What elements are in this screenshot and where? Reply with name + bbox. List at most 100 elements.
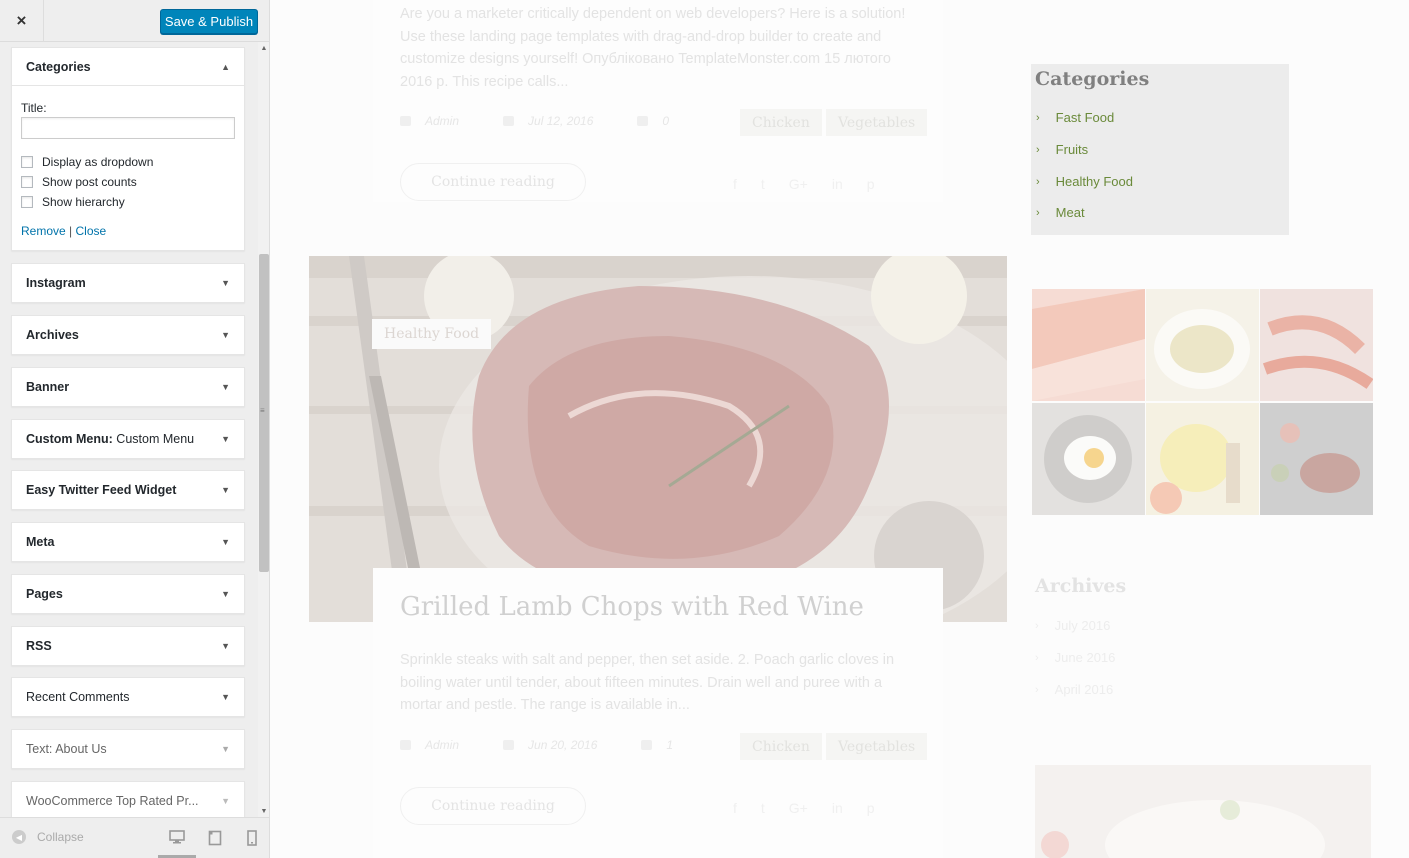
widget-woocommerce-top-rated[interactable]: WooCommerce Top Rated Pr... ▼ [11, 781, 245, 817]
checkbox-box[interactable] [21, 196, 33, 208]
title-input[interactable] [21, 117, 235, 139]
expand-arrow-icon[interactable]: ▼ [221, 330, 230, 340]
post-title[interactable]: Grilled Lamb Chops with Red Wine [400, 592, 864, 622]
comment-icon [637, 116, 649, 126]
expand-arrow-icon[interactable]: ▼ [221, 641, 230, 651]
gallery-image[interactable] [1260, 289, 1373, 401]
comment-count[interactable]: 1 [666, 738, 673, 752]
post-tag[interactable]: Vegetables [826, 109, 928, 136]
expand-arrow-icon[interactable]: ▼ [221, 589, 230, 599]
widget-header[interactable]: Archives ▼ [12, 316, 244, 354]
scroll-down-arrow-icon[interactable]: ▼ [258, 805, 269, 817]
expand-arrow-icon[interactable]: ▼ [221, 382, 230, 392]
pinterest-icon[interactable]: p [867, 176, 875, 192]
widget-rss[interactable]: RSS ▼ [11, 626, 245, 666]
resize-grip-icon[interactable]: ≡ [260, 406, 265, 415]
widget-header[interactable]: WooCommerce Top Rated Pr... ▼ [12, 782, 244, 817]
expand-arrow-icon[interactable]: ▼ [221, 537, 230, 547]
preview-categories-widget[interactable]: Categories › Fast Food › Fruits › Healthy F… [1031, 64, 1289, 235]
desktop-preview-icon[interactable] [169, 830, 185, 847]
checkbox-box[interactable] [21, 176, 33, 188]
expand-arrow-icon[interactable]: ▼ [221, 796, 230, 806]
category-link[interactable]: › Fruits [1036, 142, 1088, 157]
gallery-image[interactable] [1032, 289, 1145, 401]
widget-header[interactable]: Text: About Us ▼ [12, 730, 244, 768]
widget-header[interactable]: Banner ▼ [12, 368, 244, 406]
sidebar-scrollbar[interactable]: ▲ ▼ [258, 42, 269, 817]
archive-link[interactable]: › July 2016 [1035, 618, 1110, 633]
category-link[interactable]: › Meat [1036, 205, 1085, 220]
category-link[interactable]: › Fast Food [1036, 110, 1114, 125]
gallery-image[interactable] [1146, 289, 1259, 401]
widget-banner[interactable]: Banner ▼ [11, 367, 245, 407]
widget-header-categories[interactable]: Categories ▲ [12, 48, 244, 86]
widget-title: Custom Menu: Custom Menu [26, 432, 195, 446]
pinterest-icon[interactable]: p [867, 800, 875, 816]
post-date[interactable]: Jun 20, 2016 [528, 738, 597, 752]
checkbox-show-hierarchy[interactable]: Show hierarchy [21, 192, 235, 212]
gallery-image[interactable] [1260, 403, 1373, 515]
save-publish-button[interactable]: Save & Publish [160, 9, 258, 34]
widget-title: Easy Twitter Feed Widget [26, 483, 177, 497]
google-plus-icon[interactable]: G+ [789, 800, 808, 816]
category-link[interactable]: › Healthy Food [1036, 174, 1133, 189]
expand-arrow-icon[interactable]: ▼ [221, 434, 230, 444]
widget-header[interactable]: Meta ▼ [12, 523, 244, 561]
archive-link[interactable]: › June 2016 [1035, 650, 1115, 665]
close-link[interactable]: Close [76, 224, 107, 238]
widget-header[interactable]: Easy Twitter Feed Widget ▼ [12, 471, 244, 509]
gallery-image[interactable] [1146, 403, 1259, 515]
archive-link[interactable]: › April 2016 [1035, 682, 1113, 697]
widget-header[interactable]: Pages ▼ [12, 575, 244, 613]
checkbox-show-post-counts[interactable]: Show post counts [21, 172, 235, 192]
widget-pages[interactable]: Pages ▼ [11, 574, 245, 614]
widget-heading: Categories [1035, 68, 1150, 90]
tablet-preview-icon[interactable] [208, 830, 222, 849]
twitter-icon[interactable]: t [761, 800, 765, 816]
expand-arrow-icon[interactable]: ▼ [221, 744, 230, 754]
remove-link[interactable]: Remove [21, 224, 66, 238]
continue-reading-button[interactable]: Continue reading [400, 787, 586, 825]
widget-header[interactable]: Custom Menu: Custom Menu ▼ [12, 420, 244, 458]
scroll-up-arrow-icon[interactable]: ▲ [258, 42, 269, 54]
expand-arrow-icon[interactable]: ▼ [221, 278, 230, 288]
facebook-icon[interactable]: f [733, 176, 737, 192]
comment-count[interactable]: 0 [662, 114, 669, 128]
widget-instagram[interactable]: Instagram ▼ [11, 263, 245, 303]
widget-header[interactable]: Recent Comments ▼ [12, 678, 244, 716]
checkbox-box[interactable] [21, 156, 33, 168]
checkbox-display-dropdown[interactable]: Display as dropdown [21, 152, 235, 172]
collapse-arrow-icon[interactable]: ▲ [221, 62, 230, 72]
close-customizer-button[interactable]: × [0, 0, 44, 42]
post-tag[interactable]: Chicken [740, 733, 822, 760]
widget-easy-twitter-feed[interactable]: Easy Twitter Feed Widget ▼ [11, 470, 245, 510]
collapse-button[interactable]: ◀ Collapse [12, 830, 84, 844]
mobile-preview-icon[interactable] [247, 830, 257, 849]
post-date[interactable]: Jul 12, 2016 [528, 114, 593, 128]
gallery-image[interactable] [1032, 403, 1145, 515]
widget-custom-menu[interactable]: Custom Menu: Custom Menu ▼ [11, 419, 245, 459]
widget-header[interactable]: RSS ▼ [12, 627, 244, 665]
facebook-icon[interactable]: f [733, 800, 737, 816]
category-tag[interactable]: Healthy Food [372, 319, 492, 349]
instagram-gallery [1032, 289, 1374, 517]
separator: | [69, 224, 73, 238]
expand-arrow-icon[interactable]: ▼ [221, 485, 230, 495]
post-tag[interactable]: Vegetables [826, 733, 928, 760]
widget-title: Recent Comments [26, 690, 130, 704]
linkedin-icon[interactable]: in [832, 800, 843, 816]
post-tag[interactable]: Chicken [740, 109, 822, 136]
widget-meta[interactable]: Meta ▼ [11, 522, 245, 562]
banner-image[interactable] [1035, 765, 1371, 858]
linkedin-icon[interactable]: in [832, 176, 843, 192]
post-author[interactable]: Admin [425, 738, 459, 752]
widget-recent-comments[interactable]: Recent Comments ▼ [11, 677, 245, 717]
expand-arrow-icon[interactable]: ▼ [221, 692, 230, 702]
post-author[interactable]: Admin [425, 114, 459, 128]
continue-reading-button[interactable]: Continue reading [400, 163, 586, 201]
widget-text-about-us[interactable]: Text: About Us ▼ [11, 729, 245, 769]
widget-header[interactable]: Instagram ▼ [12, 264, 244, 302]
google-plus-icon[interactable]: G+ [789, 176, 808, 192]
twitter-icon[interactable]: t [761, 176, 765, 192]
widget-archives[interactable]: Archives ▼ [11, 315, 245, 355]
